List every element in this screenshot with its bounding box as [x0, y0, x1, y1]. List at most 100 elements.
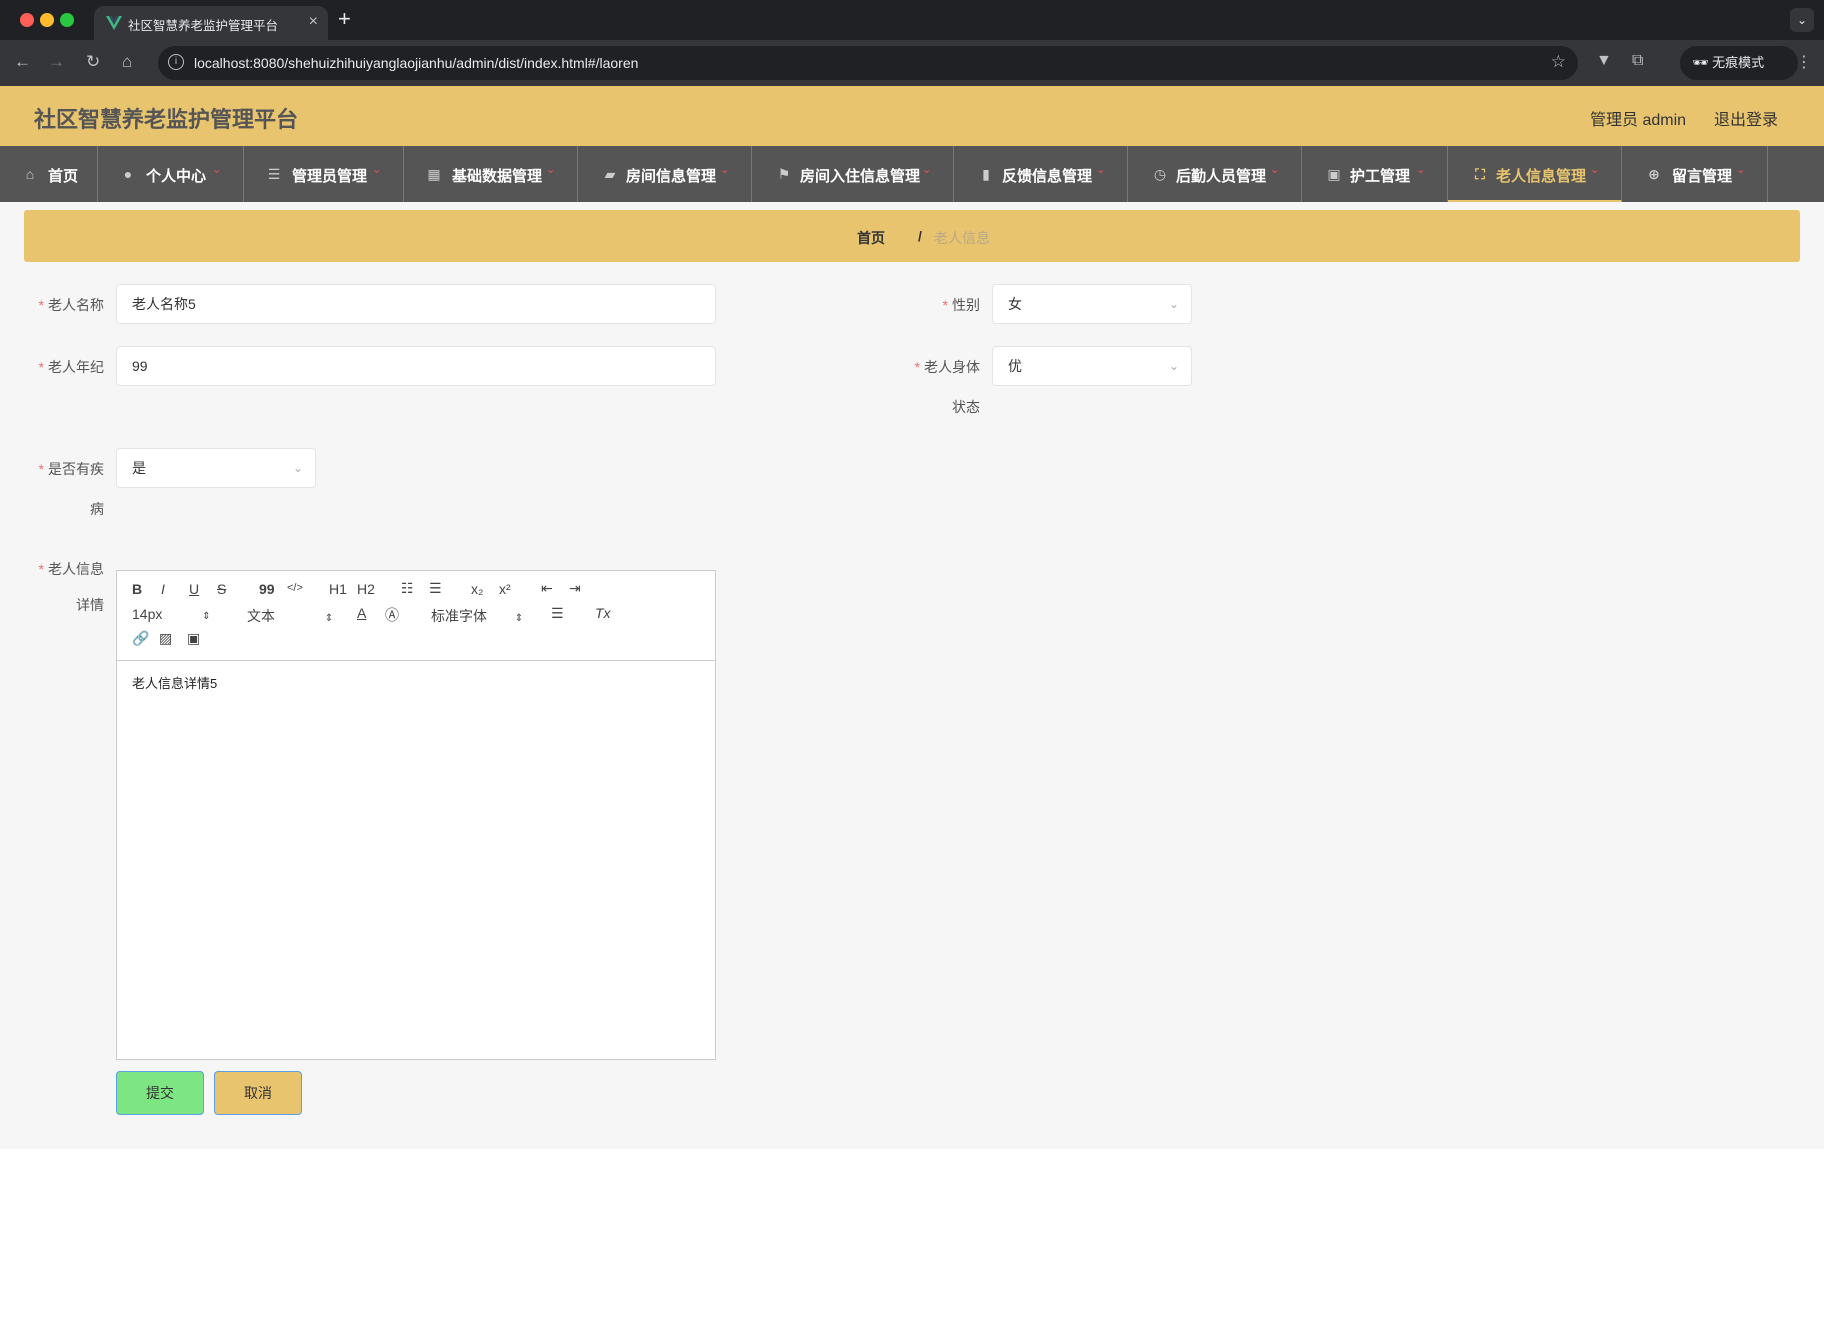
- ordered-list-icon[interactable]: ☷: [401, 580, 414, 597]
- browser-menu-icon[interactable]: ⋮: [1796, 52, 1812, 72]
- current-user: 管理员 admin: [1590, 112, 1687, 129]
- target-icon: ⊕: [1648, 166, 1660, 182]
- outdent-icon[interactable]: ⇤: [541, 580, 553, 597]
- disease-label-line2: 病: [90, 501, 104, 517]
- image-icon[interactable]: ▨: [159, 630, 172, 647]
- menu-item-rooms[interactable]: ▰ 房间信息管理 ⌄: [578, 146, 752, 202]
- breadcrumb-current: 老人信息: [934, 230, 990, 246]
- menu-item-home[interactable]: ⌂ 首页: [0, 146, 98, 202]
- back-icon[interactable]: ←: [14, 52, 31, 72]
- font-size-select[interactable]: 14px ⇕: [132, 606, 211, 622]
- bullet-list-icon[interactable]: ☰: [429, 580, 442, 597]
- chevron-down-icon: ⌄: [212, 164, 222, 176]
- editor-content[interactable]: 老人信息详情5: [132, 673, 217, 692]
- age-input[interactable]: 99: [116, 346, 716, 386]
- minimize-window-icon[interactable]: [40, 13, 54, 27]
- rich-text-editor[interactable]: B I U S 99 </> H1 H2 ☷ ☰ x₂ x² ⇤ ⇥ 14px …: [116, 570, 716, 1060]
- align-icon[interactable]: ☰: [551, 605, 564, 622]
- gender-select[interactable]: 女 ⌄: [992, 284, 1192, 324]
- folder-icon: ▰: [604, 166, 616, 182]
- tab-search-icon[interactable]: ⌄: [1790, 8, 1814, 32]
- menu-label: 老人信息管理: [1496, 168, 1587, 185]
- address-bar[interactable]: i localhost:8080/shehuizhihuiyanglaojian…: [158, 46, 1578, 80]
- breadcrumb: 首页 / 老人信息: [24, 210, 1800, 262]
- menu-item-checkin[interactable]: ⚑ 房间入住信息管理 ⌄: [752, 146, 954, 202]
- breadcrumb-home[interactable]: 首页: [857, 228, 885, 248]
- h1-button[interactable]: H1: [329, 581, 347, 597]
- menu-item-admins[interactable]: ☰ 管理员管理 ⌄: [244, 146, 404, 202]
- link-icon[interactable]: 🔗: [132, 630, 149, 647]
- bold-button[interactable]: B: [132, 581, 142, 597]
- browser-tab[interactable]: 社区智慧养老监护管理平台 ×: [94, 6, 328, 40]
- clear-format-icon[interactable]: Tx: [595, 605, 611, 621]
- bookmark-star-icon[interactable]: ☆: [1551, 52, 1566, 72]
- menu-item-profile[interactable]: ● 个人中心 ⌄: [98, 146, 244, 202]
- indent-icon[interactable]: ⇥: [569, 580, 581, 597]
- flag-icon: ⚑: [777, 166, 791, 182]
- underline-button[interactable]: U: [189, 581, 199, 597]
- vue-devtools-icon[interactable]: ▼: [1596, 52, 1612, 70]
- subscript-button[interactable]: x₂: [471, 581, 483, 597]
- logout-link[interactable]: 退出登录: [1714, 106, 1778, 130]
- menu-label: 留言管理: [1672, 168, 1733, 185]
- menu-item-elderly[interactable]: ⛶ 老人信息管理 ⌄: [1448, 146, 1622, 202]
- incognito-label: 无痕模式: [1712, 55, 1765, 70]
- submit-button[interactable]: 提交: [116, 1071, 204, 1115]
- italic-button[interactable]: I: [161, 581, 165, 597]
- detail-label: * 老人信息: [38, 561, 104, 577]
- forward-icon[interactable]: →: [48, 52, 65, 72]
- header-type-select[interactable]: 文本 ⇕: [247, 606, 333, 626]
- reload-icon[interactable]: ↻: [86, 52, 100, 72]
- disease-label: * 是否有疾: [38, 461, 104, 477]
- site-info-icon[interactable]: i: [168, 54, 184, 70]
- code-button[interactable]: </>: [287, 582, 303, 594]
- menu-label: 房间信息管理: [626, 168, 717, 185]
- strike-button[interactable]: S: [217, 581, 226, 597]
- chevron-down-icon: ⌄: [546, 164, 556, 176]
- chevron-down-icon: ⌄: [1270, 164, 1280, 176]
- background-color-icon[interactable]: Ⓐ: [385, 605, 399, 625]
- superscript-button[interactable]: x²: [499, 581, 511, 597]
- bar-chart-icon: ▮: [982, 166, 990, 182]
- name-input[interactable]: 老人名称5: [116, 284, 716, 324]
- text-color-icon[interactable]: A: [357, 605, 366, 621]
- tab-title: 社区智慧养老监护管理平台: [128, 19, 279, 33]
- chart-icon: ▣: [1327, 166, 1341, 182]
- new-tab-icon[interactable]: +: [338, 6, 351, 32]
- menu-label: 个人中心: [146, 168, 207, 185]
- user-icon: ●: [123, 166, 133, 182]
- disease-select[interactable]: 是 ⌄: [116, 448, 316, 488]
- menu-item-caregivers[interactable]: ▣ 护工管理 ⌄: [1302, 146, 1448, 202]
- menu-item-messages[interactable]: ⊕ 留言管理 ⌄: [1622, 146, 1768, 202]
- blockquote-button[interactable]: 99: [259, 581, 275, 597]
- menu-label: 护工管理: [1350, 168, 1411, 185]
- maximize-window-icon[interactable]: [60, 13, 74, 27]
- close-window-icon[interactable]: [20, 13, 34, 27]
- age-label: * 老人年纪: [38, 359, 104, 375]
- incognito-icon: 🕶: [1692, 55, 1709, 70]
- menu-item-feedback[interactable]: ▮ 反馈信息管理 ⌄: [954, 146, 1128, 202]
- chevron-down-icon: ⌄: [720, 164, 730, 176]
- app-title: 社区智慧养老监护管理平台: [34, 107, 299, 132]
- chevron-updown-icon: ⇕: [202, 611, 211, 622]
- grid-icon: ▦: [427, 166, 441, 182]
- font-family-select[interactable]: 标准字体 ⇕: [431, 606, 523, 626]
- top-menu: ⌂ 首页 ● 个人中心 ⌄ ☰ 管理员管理 ⌄ ▦ 基础数据管理 ⌄ ▰ 房间信…: [0, 146, 1824, 202]
- detail-label-line2: 详情: [76, 597, 104, 613]
- health-label-line2: 状态: [952, 399, 980, 415]
- menu-item-base-data[interactable]: ▦ 基础数据管理 ⌄: [404, 146, 578, 202]
- app-header: 社区智慧养老监护管理平台 管理员 admin 退出登录: [0, 86, 1824, 146]
- cancel-button[interactable]: 取消: [214, 1071, 302, 1115]
- chevron-down-icon: ⌄: [922, 164, 932, 176]
- home-icon: ⌂: [25, 166, 35, 182]
- menu-label: 管理员管理: [292, 168, 368, 185]
- extensions-icon[interactable]: ⧉: [1632, 52, 1643, 70]
- incognito-badge[interactable]: 🕶 无痕模式: [1680, 46, 1798, 80]
- h2-button[interactable]: H2: [357, 581, 375, 597]
- menu-item-logistics[interactable]: ◷ 后勤人员管理 ⌄: [1128, 146, 1302, 202]
- fullscreen-icon: ⛶: [1475, 166, 1485, 182]
- home-icon[interactable]: ⌂: [122, 52, 132, 72]
- health-select[interactable]: 优 ⌄: [992, 346, 1192, 386]
- tab-close-icon[interactable]: ×: [309, 13, 318, 31]
- video-icon[interactable]: ▣: [187, 630, 200, 647]
